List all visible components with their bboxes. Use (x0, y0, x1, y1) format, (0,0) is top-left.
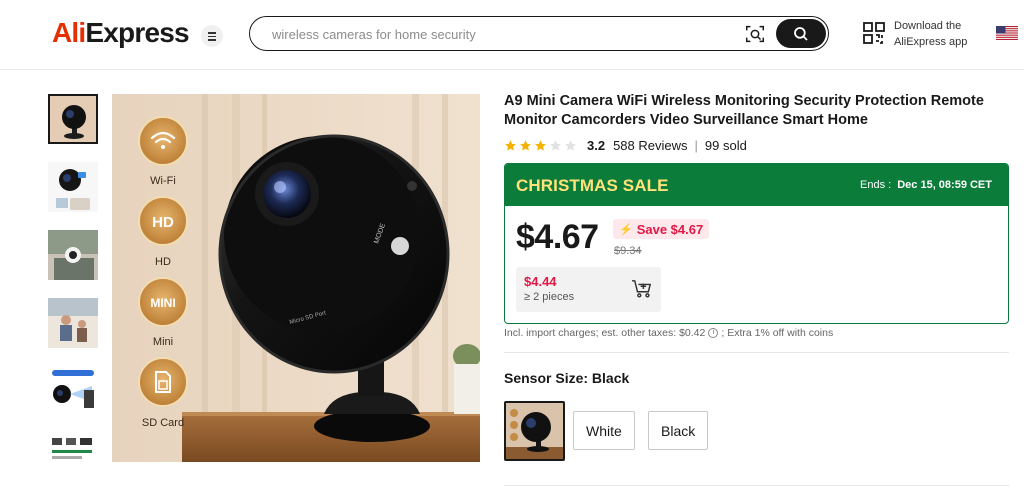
deal-header: CHRISTMAS SALE Ends : Dec 15, 08:59 CET (505, 164, 1008, 206)
search-input[interactable] (272, 24, 732, 44)
divider (504, 485, 1009, 486)
search-button[interactable] (776, 19, 826, 48)
aliexpress-logo[interactable]: AliExpress (52, 17, 190, 49)
thumbnail-3[interactable] (48, 230, 98, 280)
us-flag-icon[interactable] (996, 26, 1018, 40)
feature-label-hd: HD (155, 256, 171, 268)
mini-badge-text: MINI (150, 296, 175, 310)
thumbnail-4[interactable] (48, 298, 98, 348)
thumbnail-2[interactable] (48, 162, 98, 212)
variant-image-option[interactable] (504, 401, 565, 461)
star-icon (520, 139, 531, 151)
add-to-cart-icon[interactable] (631, 279, 653, 299)
camera-search-icon[interactable] (744, 23, 766, 45)
star-empty-icon (565, 139, 576, 151)
reviews-link[interactable]: 588 Reviews (613, 138, 687, 153)
download-app-link[interactable]: Download the AliExpress app (894, 18, 967, 50)
lightning-icon: ⚡ (619, 223, 633, 236)
thumbnail-5[interactable] (48, 366, 98, 416)
menu-icon[interactable] (201, 25, 223, 47)
deal-box: CHRISTMAS SALE Ends : Dec 15, 08:59 CET $… (504, 163, 1009, 324)
divider (504, 352, 1009, 353)
star-icon (535, 139, 546, 151)
tax-info: Incl. import charges; est. other taxes: … (504, 327, 834, 339)
rating-value: 3.2 (587, 137, 606, 153)
hd-badge-text: HD (152, 214, 174, 231)
feature-badge-sd-card: SD Card (138, 357, 188, 429)
current-price: $4.67 (516, 218, 599, 256)
thumbnail-1[interactable] (48, 94, 98, 144)
original-price: $9.34 (614, 245, 642, 257)
thumbnail-list (48, 94, 98, 464)
save-badge: ⚡ Save $4.67 (613, 219, 710, 239)
tier-price: $4.44 (524, 274, 557, 289)
site-header: AliExpress Download the AliExpress app (0, 0, 1024, 70)
variant-option-white[interactable]: White (573, 411, 635, 450)
rating-row: 3.2 588 Reviews | 99 sold (504, 137, 747, 153)
product-title: A9 Mini Camera WiFi Wireless Monitoring … (504, 93, 984, 128)
qr-code-icon[interactable] (862, 21, 886, 45)
star-rating[interactable] (504, 139, 577, 152)
info-icon[interactable]: i (708, 328, 719, 338)
thumbnail-6[interactable] (48, 434, 98, 464)
star-empty-icon (550, 139, 561, 151)
bulk-price-tier[interactable]: $4.44 ≥ 2 pieces (516, 267, 661, 312)
search-icon (794, 26, 808, 41)
search-bar (249, 16, 829, 51)
deal-countdown: Ends : Dec 15, 08:59 CET (860, 179, 992, 191)
sold-count: 99 sold (704, 137, 747, 153)
variant-option-black[interactable]: Black (648, 411, 709, 450)
main-product-image[interactable]: Wi-Fi HD HD MINI Mini SD Card MODE Micro… (112, 94, 480, 462)
separator: | (694, 137, 698, 153)
feature-label-mini: Mini (153, 336, 173, 348)
variant-label: Sensor Size: Black (504, 370, 630, 386)
star-icon (505, 139, 516, 151)
feature-label-wifi: Wi-Fi (150, 175, 176, 187)
deal-name: CHRISTMAS SALE (516, 176, 669, 195)
tier-quantity: ≥ 2 pieces (524, 291, 575, 303)
feature-label-sd-card: SD Card (142, 417, 184, 429)
